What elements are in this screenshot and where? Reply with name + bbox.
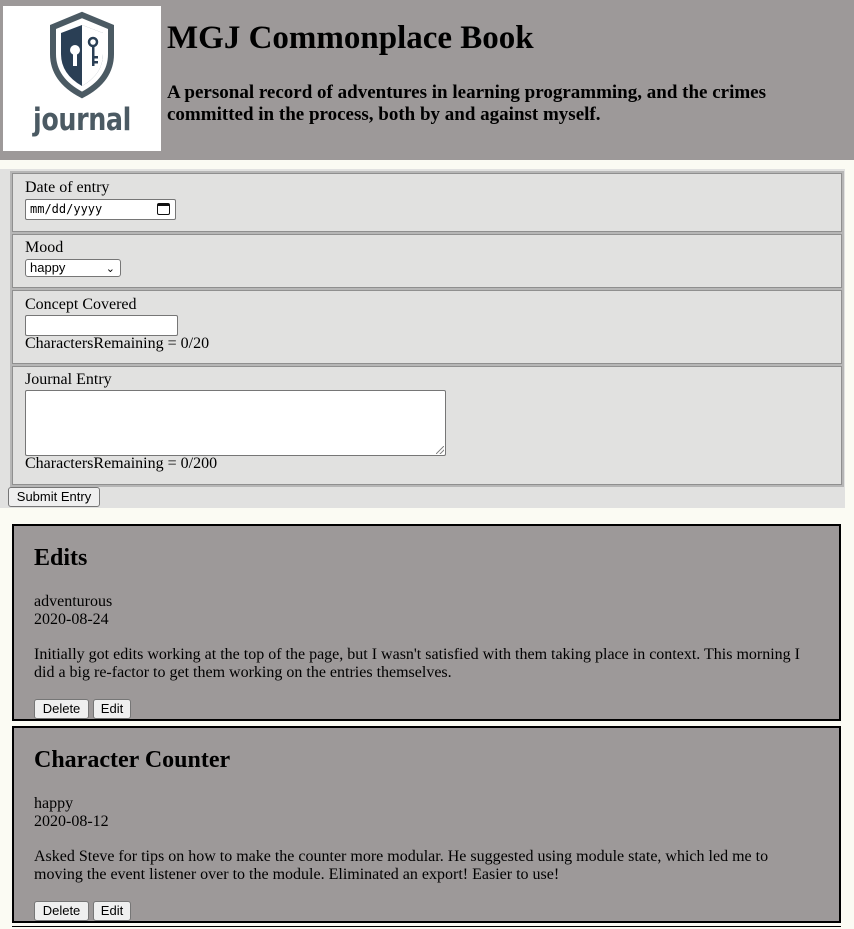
entry-date: 2020-08-12 — [34, 813, 109, 830]
concept-label: Concept Covered — [25, 296, 137, 313]
concept-char-counter: CharactersRemaining = 0/20 — [25, 335, 210, 352]
journal-entry-card: Edits adventurous 2020-08-24 Initially g… — [12, 524, 841, 721]
entry-text: Initially got edits working at the top o… — [34, 646, 800, 681]
edit-button[interactable]: Edit — [93, 901, 131, 921]
chevron-down-icon: ⌄ — [105, 263, 115, 275]
entry-label: Journal Entry — [25, 371, 112, 388]
entry-title: Character Counter — [34, 747, 231, 773]
entry-fieldset: Journal Entry CharactersRemaining = 0/20… — [10, 364, 844, 487]
entry-mood: happy — [34, 795, 74, 812]
logo-text: journal — [33, 102, 131, 138]
date-input[interactable]: mm/dd/yyyy — [25, 199, 176, 220]
entry-text: Asked Steve for tips on how to make the … — [34, 848, 769, 883]
concept-fieldset: Concept Covered CharactersRemaining = 0/… — [10, 288, 844, 366]
edit-button[interactable]: Edit — [93, 699, 131, 719]
journal-form: Date of entry mm/dd/yyyy Mood happy ⌄ Co… — [0, 169, 845, 508]
delete-button[interactable]: Delete — [34, 901, 89, 921]
mood-select[interactable]: happy ⌄ — [25, 259, 121, 277]
entry-title: Edits — [34, 545, 88, 571]
delete-button[interactable]: Delete — [34, 699, 89, 719]
entry-date: 2020-08-24 — [34, 611, 109, 628]
site-subtitle: A personal record of adventures in learn… — [167, 82, 767, 125]
date-fieldset: Date of entry mm/dd/yyyy — [10, 171, 844, 234]
resize-grip-icon[interactable] — [436, 446, 444, 454]
shield-keyhole-icon — [50, 11, 114, 99]
journal-entry-textarea[interactable] — [25, 390, 446, 456]
mood-label: Mood — [25, 239, 64, 256]
journal-logo: journal — [3, 6, 161, 151]
journal-entry-card: Character Counter happy 2020-08-12 Asked… — [12, 726, 841, 923]
mood-fieldset: Mood happy ⌄ — [10, 232, 844, 290]
entry-mood: adventurous — [34, 593, 113, 610]
site-header: journal MGJ Commonplace Book A personal … — [0, 0, 854, 160]
entry-char-counter: CharactersRemaining = 0/200 — [25, 455, 218, 472]
date-label: Date of entry — [25, 179, 110, 196]
concept-input[interactable] — [25, 315, 178, 336]
submit-entry-button[interactable]: Submit Entry — [8, 487, 100, 507]
site-title: MGJ Commonplace Book — [167, 20, 534, 56]
date-placeholder: mm/dd/yyyy — [30, 202, 103, 216]
mood-selected-value: happy — [30, 260, 66, 275]
calendar-icon[interactable] — [157, 203, 170, 215]
entry-separator — [12, 926, 841, 927]
